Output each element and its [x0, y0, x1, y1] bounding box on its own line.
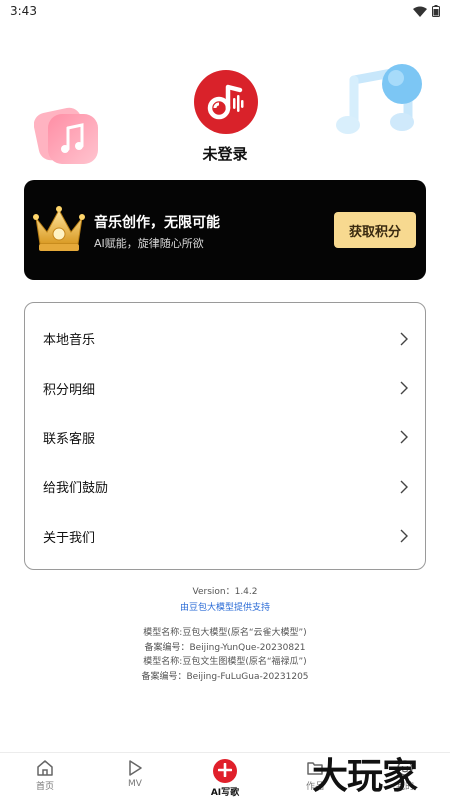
- chevron-right-icon: [400, 529, 408, 543]
- bottom-tab-bar: 首页 MV AI写歌 作品 我的: [0, 752, 450, 800]
- menu-item-local-music[interactable]: 本地音乐: [25, 314, 425, 363]
- battery-icon: [432, 5, 440, 17]
- tab-ai-write-song[interactable]: AI写歌: [180, 753, 270, 800]
- settings-menu: 本地音乐 积分明细 联系客服 给我们鼓励 关于我们: [24, 302, 426, 570]
- app-logo[interactable]: [194, 70, 258, 134]
- crown-icon: [33, 206, 85, 251]
- menu-item-contact-support[interactable]: 联系客服: [25, 413, 425, 462]
- tab-mv[interactable]: MV: [90, 753, 180, 800]
- model-support-link[interactable]: 由豆包大模型提供支持: [0, 600, 450, 613]
- music-note-logo-icon: [207, 84, 244, 120]
- wifi-icon: [413, 6, 427, 17]
- promo-banner[interactable]: 音乐创作，无限可能 AI赋能，旋律随心所欲 获取积分: [24, 180, 426, 280]
- play-icon: [129, 760, 142, 776]
- chevron-right-icon: [400, 381, 408, 395]
- menu-item-encourage-us[interactable]: 给我们鼓励: [25, 462, 425, 511]
- menu-item-points-detail[interactable]: 积分明细: [25, 363, 425, 412]
- profile-icon: [397, 760, 413, 776]
- add-icon: [213, 759, 237, 783]
- music-note-decoration-icon: [336, 64, 422, 134]
- menu-item-label: 关于我们: [43, 530, 96, 546]
- tab-label: 我的: [395, 782, 414, 792]
- menu-item-label: 积分明细: [43, 382, 96, 398]
- tab-home[interactable]: 首页: [0, 753, 90, 800]
- model-info-line: 模型名称:豆包文生图模型(原名“福禄瓜”): [143, 657, 307, 667]
- status-time: 3:43: [10, 4, 37, 18]
- tab-label: AI写歌: [210, 788, 240, 798]
- model-info-line: 备案编号：Beijing-YunQue-20230821: [144, 642, 306, 653]
- menu-item-about-us[interactable]: 关于我们: [25, 512, 425, 561]
- model-registration-info: 模型名称:豆包大模型(原名“云雀大模型”) 备案编号：Beijing-YunQu…: [0, 626, 450, 684]
- model-info-line: 模型名称:豆包大模型(原名“云雀大模型”): [143, 628, 307, 638]
- menu-item-label: 本地音乐: [43, 333, 96, 349]
- tab-works[interactable]: 作品: [270, 753, 360, 800]
- menu-item-label: 给我们鼓励: [43, 481, 109, 497]
- chevron-right-icon: [400, 430, 408, 444]
- folder-icon: [307, 762, 323, 775]
- home-icon: [37, 760, 53, 776]
- version-text: Version：1.4.2: [192, 587, 258, 597]
- promo-subtitle: AI赋能，旋律随心所欲: [94, 237, 204, 250]
- get-points-button[interactable]: 获取积分: [334, 212, 416, 248]
- promo-title: 音乐创作，无限可能: [94, 215, 220, 231]
- menu-item-label: 联系客服: [43, 431, 96, 447]
- tab-label: MV: [128, 779, 142, 789]
- tab-mine[interactable]: 我的: [360, 753, 450, 800]
- login-status-text[interactable]: 未登录: [0, 143, 450, 164]
- model-info-line: 备案编号：Beijing-FuLuGua-20231205: [141, 671, 309, 682]
- chevron-right-icon: [400, 332, 408, 346]
- tab-label: 首页: [35, 782, 54, 792]
- status-bar: 3:43: [0, 0, 450, 22]
- tab-label: 作品: [305, 782, 324, 792]
- chevron-right-icon: [400, 480, 408, 494]
- status-icons: [413, 5, 440, 17]
